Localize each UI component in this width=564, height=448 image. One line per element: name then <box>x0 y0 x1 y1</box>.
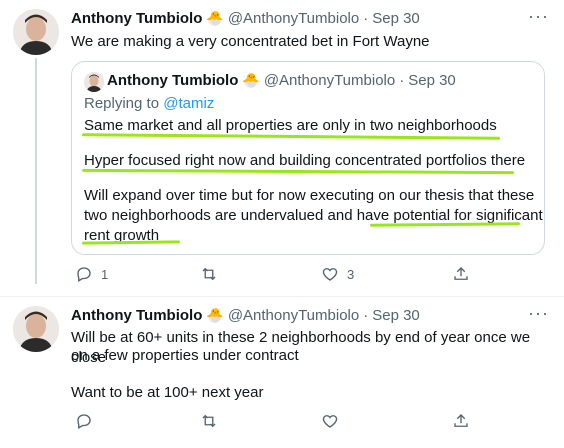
replying-to-prefix: Replying to <box>84 95 164 112</box>
reply-icon <box>77 267 91 282</box>
avatar[interactable] <box>13 306 59 352</box>
author-handle[interactable]: @AnthonyTumbiolo <box>228 10 359 27</box>
reply-count: 1 <box>101 266 109 282</box>
tweet-divider <box>0 296 564 297</box>
replying-to-handle[interactable]: @tamiz <box>163 95 214 112</box>
like-icon <box>322 415 338 428</box>
retweet-button[interactable] <box>200 412 226 430</box>
tweet-date[interactable]: Sep 30 <box>372 307 420 324</box>
author-name[interactable]: Anthony Tumbiolo <box>71 307 202 324</box>
tweet-text-line-2: on a few properties under contract <box>71 347 299 364</box>
quote-date: Sep 30 <box>408 72 456 89</box>
author-handle[interactable]: @AnthonyTumbiolo <box>228 307 359 324</box>
share-icon <box>454 267 468 280</box>
quote-paragraph-3-line-1: Will expand over time but for now execut… <box>84 187 535 204</box>
reply-button[interactable] <box>75 412 101 430</box>
author-name[interactable]: Anthony Tumbiolo <box>71 10 202 27</box>
chick-emoji: 🐣 <box>206 10 224 26</box>
more-icon[interactable]: ··· <box>528 6 549 27</box>
quote-avatar <box>84 72 104 92</box>
quote-author-handle: @AnthonyTumbiolo <box>263 72 396 89</box>
tweet-text-line-3: Want to be at 100+ next year <box>71 384 264 401</box>
chick-emoji: 🐣 <box>242 72 260 88</box>
separator-dot: · <box>399 72 405 89</box>
chick-emoji: 🐣 <box>206 307 224 323</box>
tweet-date[interactable]: Sep 30 <box>372 10 420 27</box>
like-icon <box>322 268 338 281</box>
replying-to: Replying to @tamiz <box>84 95 214 112</box>
tweet-text: We are making a very concentrated bet in… <box>71 33 430 50</box>
separator-dot: · <box>363 10 369 27</box>
like-button[interactable]: 3 <box>321 265 354 283</box>
thread-line <box>35 58 37 284</box>
retweet-button[interactable] <box>200 265 226 283</box>
more-icon[interactable]: ··· <box>528 303 549 324</box>
reply-icon <box>77 414 91 429</box>
share-button[interactable] <box>452 412 470 430</box>
like-count: 3 <box>347 266 355 282</box>
avatar[interactable] <box>13 9 59 55</box>
share-icon <box>454 414 468 427</box>
like-button[interactable] <box>321 412 347 430</box>
reply-button[interactable]: 1 <box>75 265 108 283</box>
share-button[interactable] <box>452 265 470 283</box>
quote-paragraph-2: Hyper focused right now and building con… <box>84 152 526 169</box>
retweet-icon <box>202 267 216 281</box>
separator-dot: · <box>363 307 369 324</box>
quote-author-name: Anthony Tumbiolo <box>107 72 239 89</box>
retweet-icon <box>202 414 216 428</box>
